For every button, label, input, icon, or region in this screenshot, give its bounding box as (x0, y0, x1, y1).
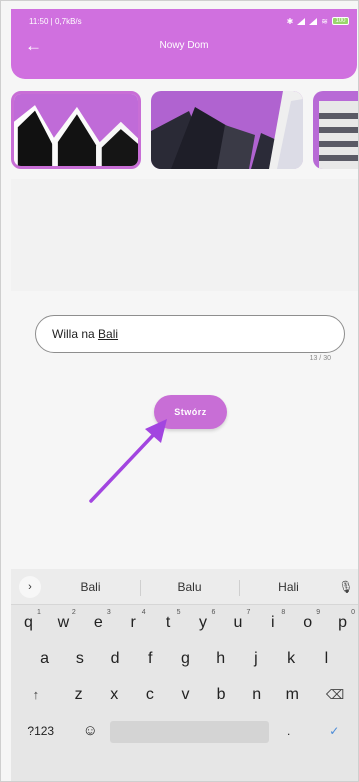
suggestion-bar: › Bali Balu Hali 🎙 (11, 569, 358, 605)
key-y[interactable]: y6 (186, 605, 221, 641)
period-key[interactable]: . (269, 713, 309, 749)
key-t[interactable]: t5 (151, 605, 186, 641)
key-d[interactable]: d (97, 641, 132, 677)
backspace-icon[interactable]: ⌫ (310, 677, 358, 713)
house-image-option-2[interactable] (151, 91, 303, 169)
shift-icon[interactable]: ↑ (11, 677, 61, 713)
suggestion-1[interactable]: Bali (41, 580, 140, 594)
status-icons: ✱ ≋ 100 (287, 17, 349, 26)
wifi-icon: ≋ (321, 16, 328, 26)
app-header: 11:50 | 0,7kB/s ✱ ≋ 100 ← Nowy Dom (11, 9, 357, 79)
house-name-value-word: Bali (98, 327, 119, 341)
house-name-value-prefix: Willa na (52, 327, 99, 341)
house-photo-icon (14, 94, 138, 166)
house-name-input[interactable]: Willa na Bali (35, 315, 345, 353)
key-l[interactable]: l (309, 641, 344, 677)
content-background (11, 179, 358, 291)
phone-screen: 11:50 | 0,7kB/s ✱ ≋ 100 ← Nowy Dom Willa… (0, 0, 359, 782)
page-title: Nowy Dom (159, 40, 209, 51)
annotation-arrow-icon (89, 419, 167, 503)
enter-check-icon[interactable]: ✓ (308, 713, 358, 749)
character-counter: 13 / 30 (309, 355, 331, 362)
battery-icon: 100 (332, 17, 349, 25)
key-i[interactable]: i8 (255, 605, 290, 641)
skyscraper-photo-icon (151, 91, 303, 169)
key-g[interactable]: g (168, 641, 203, 677)
chevron-right-icon[interactable]: › (19, 575, 41, 598)
key-u[interactable]: u7 (220, 605, 255, 641)
key-s[interactable]: s (62, 641, 97, 677)
key-a[interactable]: a (27, 641, 62, 677)
key-m[interactable]: m (275, 677, 311, 713)
key-j[interactable]: j (238, 641, 273, 677)
signal-icon (297, 17, 306, 25)
key-w[interactable]: w2 (46, 605, 81, 641)
building-photo-icon (313, 91, 358, 169)
space-bar[interactable] (110, 713, 269, 749)
keyboard-row-2: a s d f g h j k l (11, 641, 358, 677)
microphone-icon[interactable]: 🎙 (338, 580, 354, 594)
key-f[interactable]: f (133, 641, 168, 677)
key-r[interactable]: r4 (116, 605, 151, 641)
onscreen-keyboard: › Bali Balu Hali 🎙 q1 w2 e3 r4 t5 y6 u7 … (11, 569, 358, 781)
key-z[interactable]: z (61, 677, 97, 713)
suggestion-3[interactable]: Hali (239, 579, 338, 596)
symbols-key[interactable]: ?123 (11, 713, 70, 749)
suggestion-2[interactable]: Balu (140, 579, 239, 596)
key-e[interactable]: e3 (81, 605, 116, 641)
signal-icon-2 (309, 17, 318, 25)
key-c[interactable]: c (132, 677, 168, 713)
image-carousel[interactable] (11, 89, 358, 173)
key-n[interactable]: n (239, 677, 275, 713)
keyboard-row-3: ↑ z x c v b n m ⌫ (11, 677, 358, 713)
house-image-option-3[interactable] (313, 91, 358, 169)
key-k[interactable]: k (274, 641, 309, 677)
keyboard-row-1: q1 w2 e3 r4 t5 y6 u7 i8 o9 p0 (11, 605, 358, 641)
key-o[interactable]: o9 (290, 605, 325, 641)
status-time: 11:50 | 0,7kB/s (29, 16, 82, 26)
key-q[interactable]: q1 (11, 605, 46, 641)
key-v[interactable]: v (168, 677, 204, 713)
status-bar: 11:50 | 0,7kB/s ✱ ≋ 100 (11, 9, 357, 33)
house-image-option-1[interactable] (11, 91, 141, 169)
key-b[interactable]: b (203, 677, 239, 713)
key-h[interactable]: h (203, 641, 238, 677)
bluetooth-icon: ✱ (286, 16, 294, 26)
space-bar-shape (110, 720, 269, 743)
keyboard-row-4: ?123 ☺ . ✓ (11, 713, 358, 749)
emoji-icon[interactable]: ☺ (70, 713, 110, 749)
key-p[interactable]: p0 (325, 605, 358, 641)
key-x[interactable]: x (96, 677, 132, 713)
